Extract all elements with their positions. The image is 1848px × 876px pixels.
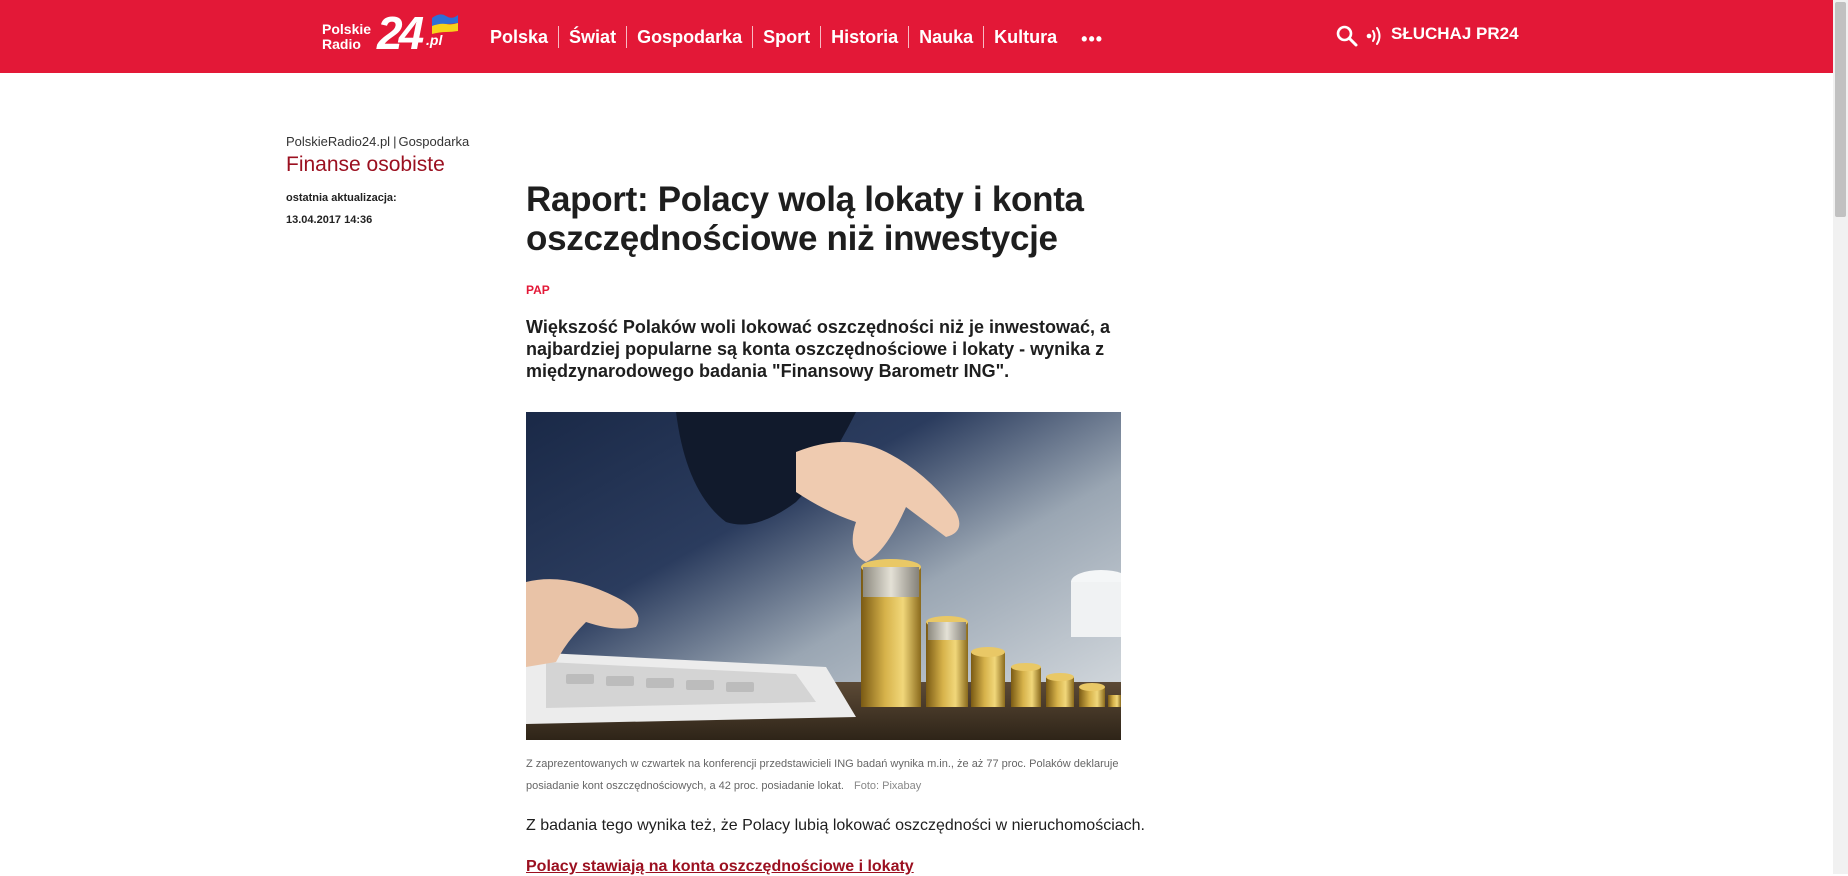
ukraine-flag-icon [432,14,458,34]
section-title[interactable]: Finanse osobiste [286,153,445,177]
search-icon[interactable] [1335,24,1359,48]
breadcrumb-item-gospodarka[interactable]: Gospodarka [398,134,469,149]
scrollbar-thumb[interactable] [1835,2,1846,217]
related-subheading-link[interactable]: Polacy stawiają na konta oszczędnościowe… [526,858,914,876]
logo-text-line1: Polskie [322,21,372,37]
nav-item-gospodarka[interactable]: Gospodarka [627,26,754,48]
article-lead: Większość Polaków woli lokować oszczędno… [526,317,1111,381]
photo-caption: Z zaprezentowanych w czwartek na konfere… [526,753,1121,797]
nav-item-polska[interactable]: Polska [480,26,560,48]
listen-live-link[interactable]: SŁUCHAJ PR24 [1391,24,1519,44]
nav-item-swiat[interactable]: Świat [559,26,628,48]
nav-more-button[interactable]: ••• [1067,29,1111,50]
article-title: Raport: Polacy wolą lokaty i konta oszcz… [526,180,1084,258]
article-photo [526,412,1121,740]
polskie-radio-24-logo[interactable]: Polskie Radio 24 .pl [320,7,462,62]
nav-item-nauka[interactable]: Nauka [909,26,985,48]
article-source[interactable]: PAP [526,283,550,297]
photo-caption-text: Z zaprezentowanych w czwartek na konfere… [526,758,1119,792]
nav-item-sport[interactable]: Sport [753,26,822,48]
breadcrumb: PolskieRadio24.pl | Gospodarka [286,134,469,149]
coins-and-calculator-image [526,412,1121,740]
photo-credit: Foto: Pixabay [853,780,922,792]
article-paragraph: Z badania tego wynika też, że Polacy lub… [526,817,1145,834]
last-update-date: 13.04.2017 14:36 [286,214,373,226]
logo-text-line2: Radio [322,36,361,52]
breadcrumb-item-home[interactable]: PolskieRadio24.pl [286,134,390,149]
logo-text-number: 24 [377,7,424,59]
nav-item-historia[interactable]: Historia [821,26,910,48]
last-update-label: ostatnia aktualizacja: [286,192,397,204]
page-scrollbar[interactable] [1833,0,1848,874]
main-nav: Polska Świat Gospodarka Sport Historia N… [480,25,1111,49]
logo-text-suffix: .pl [426,32,443,48]
nav-item-kultura[interactable]: Kultura [984,26,1067,48]
listen-icon[interactable] [1365,24,1385,48]
top-navigation-bar: Polskie Radio 24 .pl Polska Świat Gospod… [0,0,1833,73]
